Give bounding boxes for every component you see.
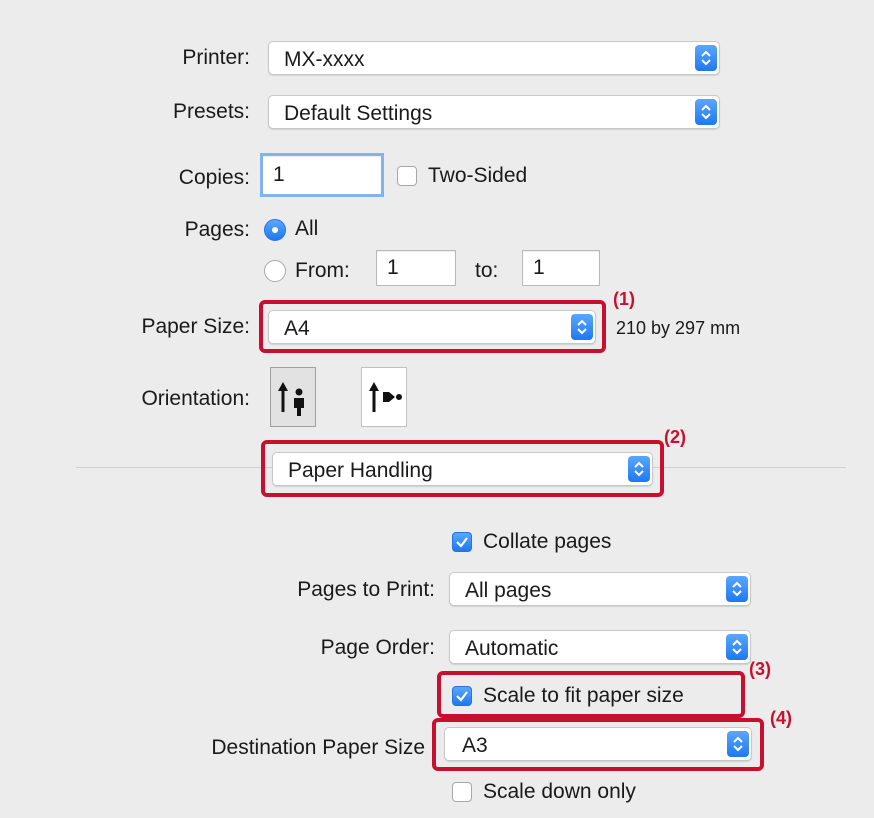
pages-to-field[interactable] xyxy=(522,250,600,286)
orientation-label: Orientation: xyxy=(141,387,250,410)
scale-down-only-label: Scale down only xyxy=(483,780,636,803)
highlight-box-1 xyxy=(259,300,606,353)
pages-to-print-value: All pages xyxy=(465,579,552,602)
chevron-updown-icon xyxy=(726,576,748,602)
callout-2: (2) xyxy=(664,427,686,447)
destination-paper-size-label: Destination Paper Size xyxy=(211,736,425,759)
highlight-box-2 xyxy=(261,440,664,497)
highlight-box-4 xyxy=(432,718,764,771)
checkmark-icon xyxy=(456,537,468,548)
paper-size-label: Paper Size: xyxy=(141,315,250,338)
two-sided-checkbox[interactable] xyxy=(397,166,417,186)
pages-from-input[interactable] xyxy=(377,251,455,285)
printer-value: MX-xxxx xyxy=(284,48,365,71)
pages-to-print-popup[interactable]: All pages xyxy=(449,572,751,606)
chevron-updown-icon xyxy=(695,45,717,71)
callout-4: (4) xyxy=(770,708,792,728)
callout-1: (1) xyxy=(613,289,635,309)
two-sided-label: Two-Sided xyxy=(428,164,528,187)
page-order-label: Page Order: xyxy=(320,636,435,659)
callout-3: (3) xyxy=(749,659,771,679)
pages-from-label: From: xyxy=(295,259,350,282)
pages-from-field[interactable] xyxy=(376,250,456,286)
chevron-updown-icon xyxy=(695,99,717,125)
collate-checkbox[interactable] xyxy=(452,532,472,552)
copies-label: Copies: xyxy=(178,166,250,189)
presets-value: Default Settings xyxy=(284,102,433,125)
orientation-portrait-button[interactable] xyxy=(270,367,316,427)
page-order-popup[interactable]: Automatic xyxy=(449,630,751,664)
presets-label: Presets: xyxy=(172,100,250,123)
chevron-updown-icon xyxy=(726,634,748,660)
orientation-landscape-button[interactable] xyxy=(361,367,407,427)
pages-all-label: All xyxy=(295,217,319,240)
copies-field[interactable] xyxy=(260,153,384,197)
page-order-value: Automatic xyxy=(465,637,559,660)
pages-to-label: to: xyxy=(475,259,499,282)
pages-label: Pages: xyxy=(184,218,250,241)
landscape-icon xyxy=(369,382,402,412)
printer-label: Printer: xyxy=(182,46,250,69)
pages-to-input[interactable] xyxy=(523,251,599,285)
copies-input[interactable] xyxy=(263,156,381,194)
pages-from-radio[interactable] xyxy=(264,260,286,282)
pages-all-radio[interactable] xyxy=(264,219,286,241)
paper-size-dimensions: 210 by 297 mm xyxy=(616,318,741,338)
presets-popup[interactable]: Default Settings xyxy=(268,95,720,129)
highlight-box-3 xyxy=(437,671,745,718)
portrait-icon xyxy=(278,382,304,416)
pages-to-print-label: Pages to Print: xyxy=(297,578,435,601)
printer-popup[interactable]: MX-xxxx xyxy=(268,41,720,75)
collate-label: Collate pages xyxy=(483,530,612,553)
scale-down-only-checkbox[interactable] xyxy=(452,782,472,802)
